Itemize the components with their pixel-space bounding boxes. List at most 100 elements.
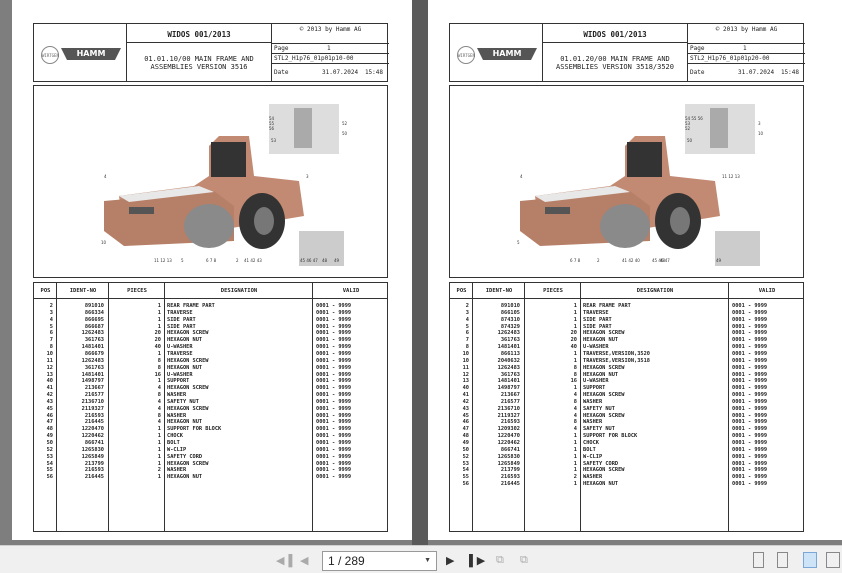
column-header: POS — [40, 288, 51, 294]
pdf-page-right: WIRTGEN HAMM WIDOS 001/2013 © 2013 by Ha… — [428, 0, 842, 540]
page-number-field[interactable]: 1 / 289 ▼ — [322, 551, 437, 571]
valid-cell: 0001 - 9999 — [316, 453, 352, 460]
callout-label: 48 — [660, 258, 666, 263]
callout-label: 41 42 40 — [622, 258, 640, 263]
ident-cell: 361763 — [84, 364, 104, 371]
next-page-icon[interactable]: ▶ — [446, 554, 454, 567]
table-row: 45 2119327 4 HEXAGON SCREW 0001 - 9999 — [450, 413, 803, 420]
column-header: DESIGNATION — [636, 288, 674, 294]
ident-cell: 216445 — [84, 419, 104, 426]
pieces-cell: 1 — [573, 453, 577, 460]
roller-image — [520, 104, 760, 266]
callout-label: 10 — [758, 131, 764, 136]
title-block: WIRTGEN HAMM WIDOS 001/2013 © 2013 by Ha… — [449, 23, 805, 82]
pos-cell: 49 — [46, 433, 53, 440]
designation-cell: WASHER — [583, 398, 603, 405]
callout-label: 49 — [716, 258, 722, 263]
ident-cell: 1262483 — [81, 330, 104, 337]
designation-cell: HEXAGON NUT — [167, 419, 203, 426]
table-row: 56 216445 1 HEXAGON NUT 0001 - 9999 — [34, 474, 387, 481]
previous-view-icon[interactable]: ⧉ — [496, 554, 504, 567]
page-value: 1 — [743, 45, 747, 52]
pos-cell: 11 — [462, 364, 469, 371]
pos-cell: 48 — [462, 433, 469, 440]
single-page-icon[interactable] — [753, 552, 764, 568]
continuous-facing-icon[interactable] — [826, 552, 840, 568]
designation-cell: SIDE PART — [167, 316, 196, 323]
table-row: 4 874310 1 SIDE PART 0001 - 9999 — [450, 317, 803, 324]
valid-cell: 0001 - 9999 — [732, 398, 768, 405]
date-label: Date — [274, 69, 289, 76]
navigation-toolbar: ◀▐ ◀ 1 / 289 ▼ ▶ ▌▶ ⧉ ⧉ — [0, 545, 842, 573]
page-row: Page 1 — [688, 44, 805, 54]
table-row: 54 213799 1 HEXAGON SCREW 0001 - 9999 — [450, 467, 803, 474]
column-header: IDENT-NO — [485, 288, 513, 294]
table-row: 2 891010 1 REAR FRAME PART 0001 - 9999 — [450, 303, 803, 310]
designation-cell: W-CLIP — [583, 453, 603, 460]
time-value: 15:48 — [780, 69, 799, 76]
callout-label: 6 7 8 — [570, 258, 581, 263]
callout-label: 56 — [269, 126, 275, 131]
page-value: 1 — [327, 45, 331, 52]
callout-label: 50 — [687, 138, 693, 143]
designation-cell: HEXAGON SCREW — [167, 385, 209, 392]
table-row: 6 1262483 20 HEXAGON SCREW 0001 - 9999 — [450, 330, 803, 337]
designation-cell: TRAVERSE — [167, 350, 193, 357]
valid-cell: 0001 - 9999 — [732, 481, 768, 488]
pieces-cell: 4 — [157, 419, 161, 426]
valid-cell: 0001 - 9999 — [316, 330, 352, 337]
logo-cell: WIRTGEN HAMM — [450, 24, 543, 81]
continuous-icon[interactable] — [777, 552, 788, 568]
pos-cell: 46 — [462, 419, 469, 426]
table-row: 8 1481401 40 U-WASHER 0001 - 9999 — [34, 344, 387, 351]
roller-drawing — [520, 104, 760, 266]
pieces-cell: 8 — [157, 364, 161, 371]
table-row: 50 866741 1 BOLT 0001 - 9999 — [450, 447, 803, 454]
last-page-icon[interactable]: ▌▶ — [469, 554, 485, 567]
callout-label: 2 — [597, 258, 600, 263]
valid-cell: 0001 - 9999 — [316, 419, 352, 426]
page-label: Page — [274, 45, 289, 52]
date-label: Date — [690, 69, 705, 76]
table-row: 55 216593 2 WASHER 0001 - 9999 — [34, 467, 387, 474]
ident-cell: 1262483 — [497, 364, 520, 371]
table-row: 7 361763 20 HEXAGON NUT 0001 - 9999 — [34, 337, 387, 344]
callout-label: 6 7 8 — [206, 258, 217, 263]
callout-label: 52 — [342, 121, 348, 126]
callout-label: 48 — [322, 258, 328, 263]
chevron-down-icon[interactable]: ▼ — [424, 552, 431, 570]
table-row: 6 1262483 20 HEXAGON SCREW 0001 - 9999 — [34, 330, 387, 337]
callout-label: 11 12 13 — [722, 174, 740, 179]
ident-cell: 216445 — [84, 474, 104, 481]
ident-cell: 216577 — [500, 398, 520, 405]
page-row: Page 1 — [272, 44, 389, 54]
pieces-cell: 1 — [573, 467, 577, 474]
pdf-page-left: WIRTGEN HAMM WIDOS 001/2013 © 2013 by Ha… — [12, 0, 412, 540]
pieces-cell: 1 — [573, 350, 577, 357]
next-view-icon[interactable]: ⧉ — [520, 554, 528, 567]
table-row: 43 2136710 4 SAFETY NUT 0001 - 9999 — [34, 399, 387, 406]
ident-cell: 1220470 — [497, 433, 520, 440]
ident-cell: 1262483 — [497, 330, 520, 337]
first-page-icon[interactable]: ◀▐ — [276, 554, 292, 567]
ident-cell: 866695 — [84, 316, 104, 323]
date-value: 31.07.2024 — [322, 69, 359, 76]
pieces-cell: 1 — [157, 350, 161, 357]
table-row: 42 216577 8 WASHER 0001 - 9999 — [34, 392, 387, 399]
table-row: 3 866334 1 TRAVERSE 0001 - 9999 — [34, 310, 387, 317]
meta-block: Page 1 STL2_H1p76_01p01p10-00 Date 31.07.2… — [272, 43, 389, 82]
pieces-cell: 4 — [157, 385, 161, 392]
pieces-cell: 20 — [570, 330, 577, 337]
table-row: 10 2040632 1 TRAVERSE,VERSION,3518 0001 - 99… — [450, 358, 803, 365]
pieces-cell: 1 — [573, 481, 577, 488]
previous-page-icon[interactable]: ◀ — [300, 554, 308, 567]
time-value: 15:48 — [364, 69, 383, 76]
valid-cell: 0001 - 9999 — [316, 316, 352, 323]
ident-cell: 216593 — [500, 419, 520, 426]
designation-cell: SAFETY NUT — [167, 398, 199, 405]
table-row: 48 1220470 1 SUPPORT FOR BLOCK 0001 - 9999 — [450, 433, 803, 440]
valid-cell: 0001 - 9999 — [316, 467, 352, 474]
facing-icon[interactable] — [803, 552, 817, 568]
copyright: © 2013 by Hamm AG — [715, 26, 778, 33]
page-number-text: 1 / 289 — [328, 554, 365, 568]
